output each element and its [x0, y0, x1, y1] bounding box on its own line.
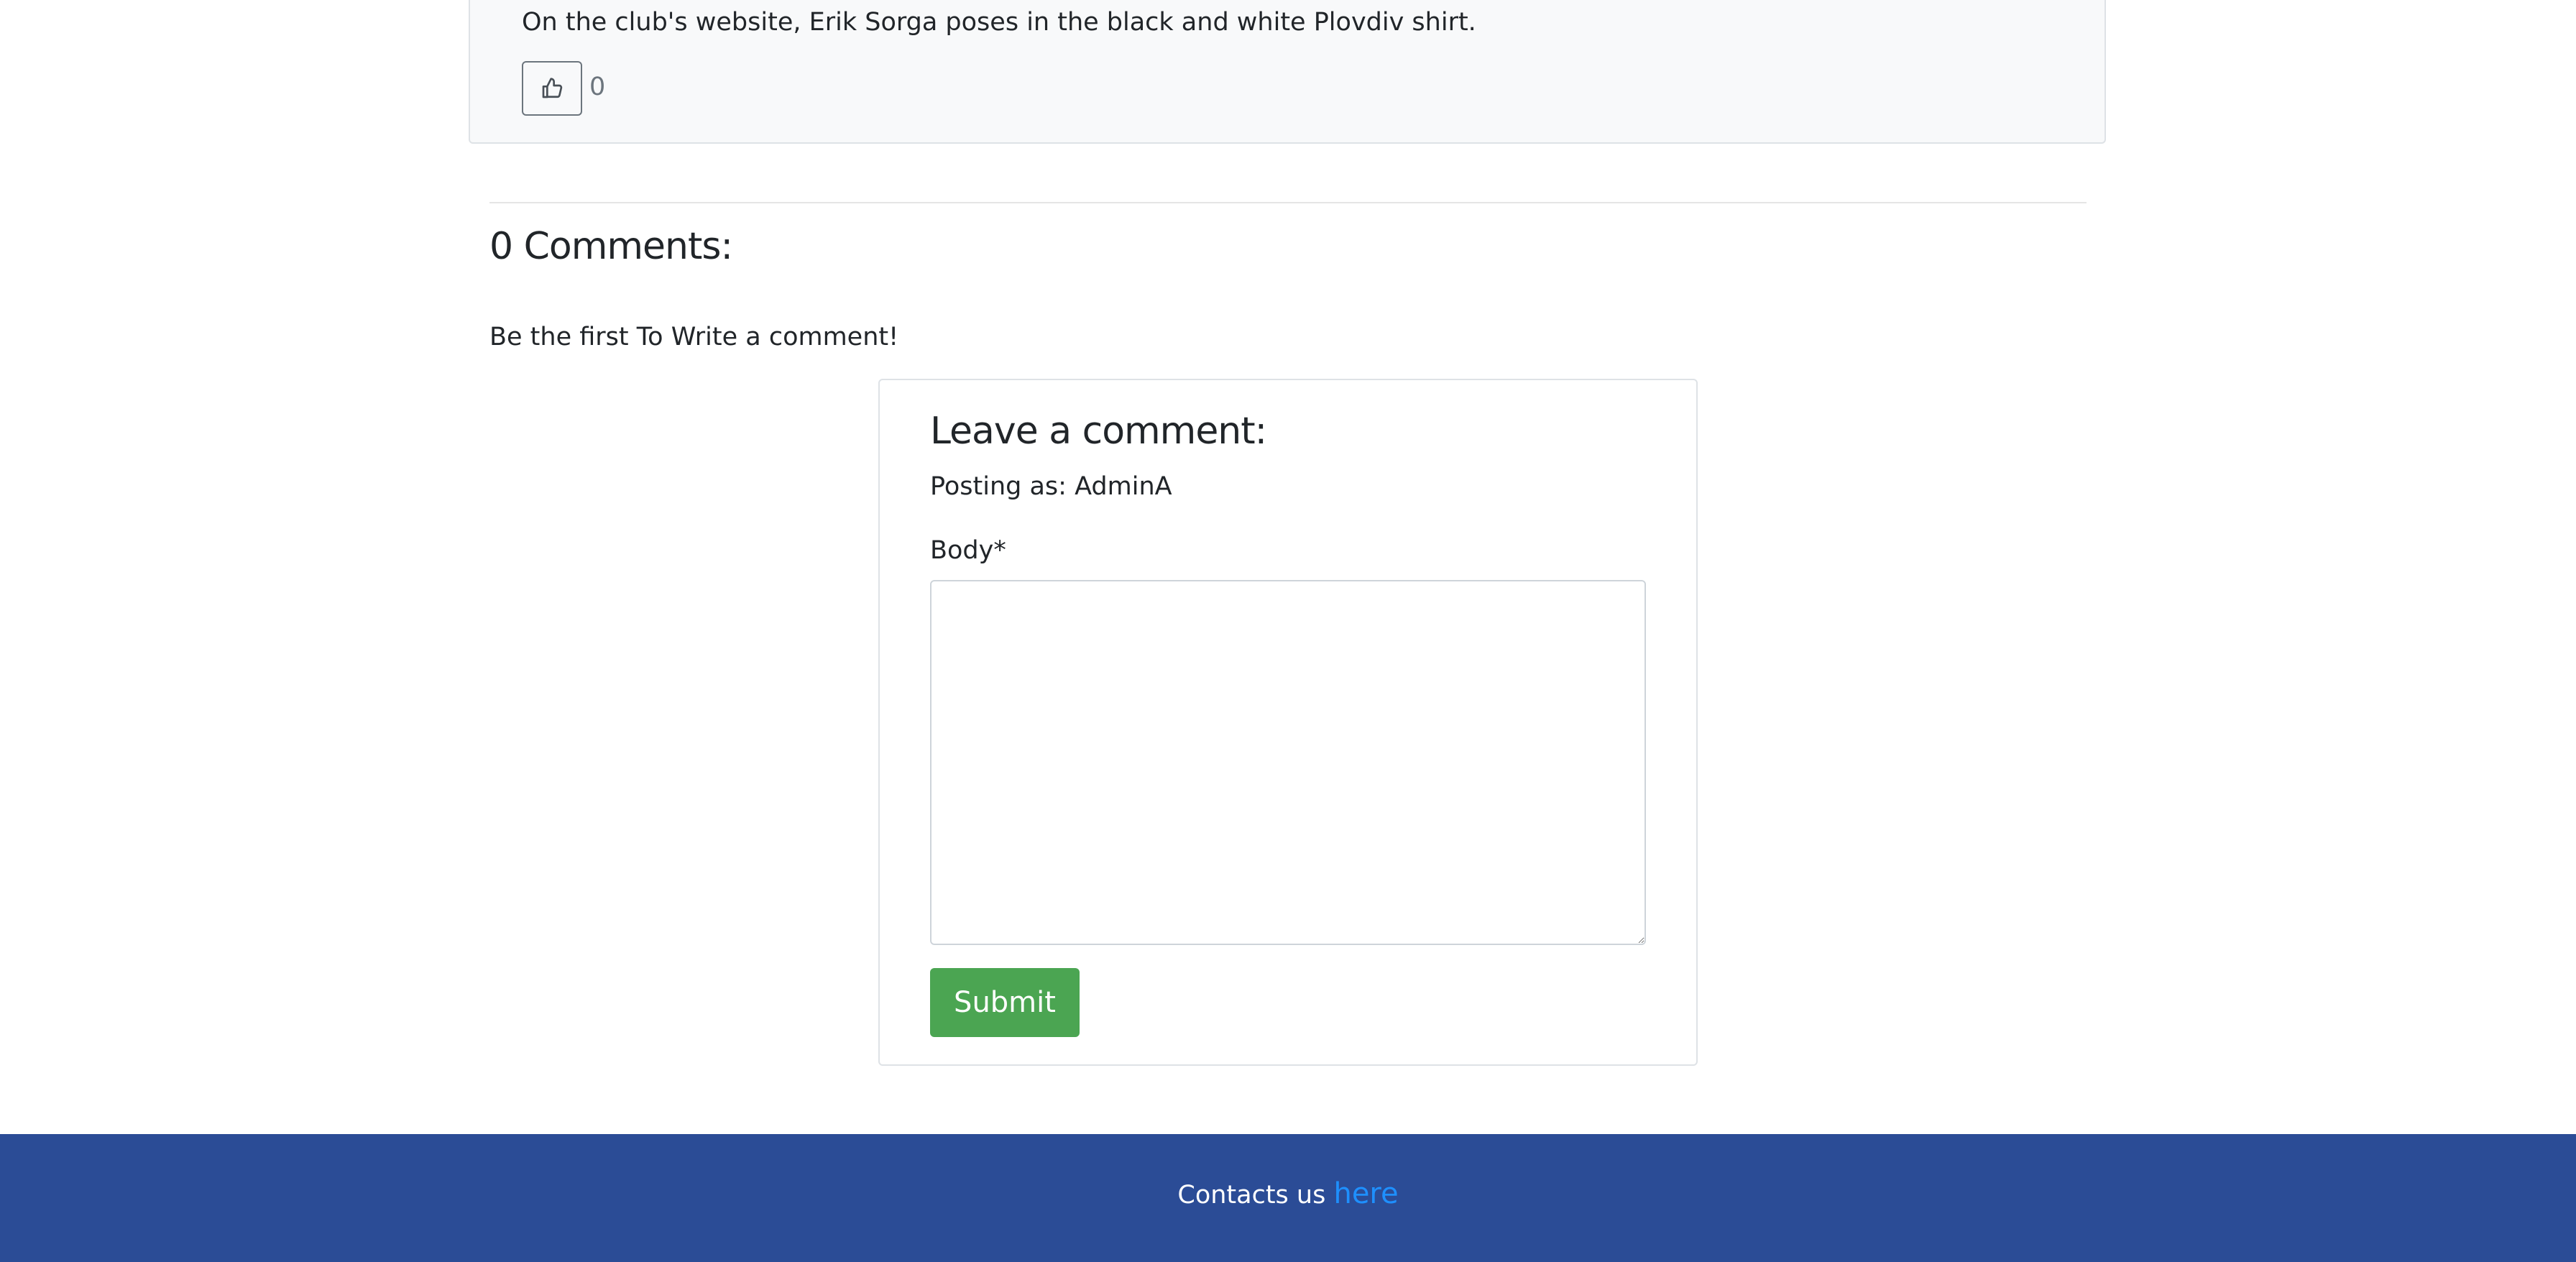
section-divider [489, 202, 2087, 203]
comment-form-card: Leave a comment: Posting as: AdminA Body… [878, 379, 1698, 1066]
footer-contact-link[interactable]: here [1333, 1177, 1398, 1210]
body-label: Body* [930, 536, 1006, 565]
posting-as-label: Posting as: AdminA [930, 472, 1172, 501]
post-card: On the club's website, Erik Sorga poses … [469, 0, 2106, 144]
thumbs-up-icon [540, 77, 564, 100]
comment-form-title: Leave a comment: [930, 410, 1267, 453]
empty-comments-message: Be the first To Write a comment! [489, 323, 899, 351]
like-count: 0 [589, 73, 606, 101]
comments-heading: 0 Comments: [489, 225, 733, 268]
like-button[interactable] [522, 61, 582, 116]
footer-content: Contacts us here [1177, 1177, 1398, 1210]
submit-button[interactable]: Submit [930, 968, 1080, 1037]
footer-contact-text: Contacts us [1177, 1181, 1326, 1210]
comment-body-textarea[interactable] [930, 580, 1646, 945]
post-caption: On the club's website, Erik Sorga poses … [522, 8, 1476, 37]
footer: Contacts us here [0, 1134, 2576, 1262]
